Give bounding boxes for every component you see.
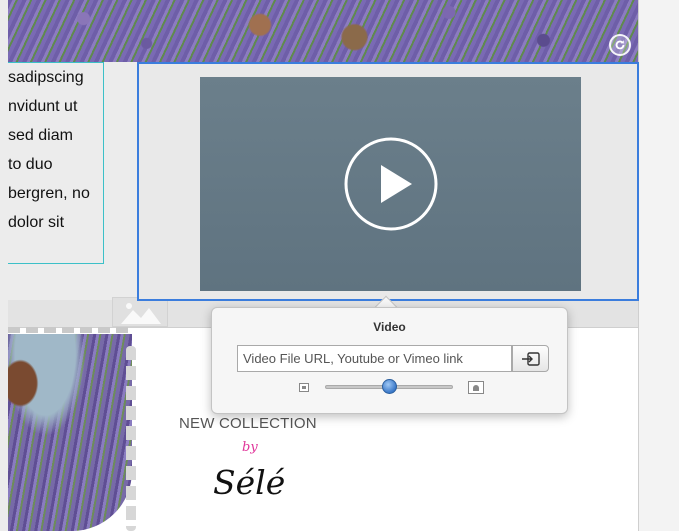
- small-image-icon[interactable]: [299, 383, 309, 392]
- text-line: nvidunt ut: [8, 98, 78, 115]
- lavender-photo[interactable]: [8, 334, 132, 531]
- image-placeholder-icon[interactable]: [112, 297, 168, 327]
- video-placeholder-screen[interactable]: [200, 77, 581, 291]
- new-collection-heading: NEW COLLECTION: [179, 415, 317, 432]
- by-text: by: [242, 440, 258, 455]
- video-url-input[interactable]: [237, 345, 512, 372]
- lavender-banner-image[interactable]: [8, 0, 638, 62]
- text-line: sadipscing: [8, 69, 84, 86]
- text-box[interactable]: sadipscing nvidunt ut sed diam to duo be…: [8, 62, 104, 264]
- dashed-border-rail: [126, 346, 136, 531]
- text-line: bergren, no: [8, 185, 90, 202]
- text-line: sed diam: [8, 127, 73, 144]
- large-image-icon[interactable]: [468, 381, 484, 394]
- size-slider-thumb[interactable]: [381, 379, 397, 394]
- text-line: to duo: [8, 156, 53, 173]
- play-icon[interactable]: [343, 136, 439, 232]
- video-popover: Video: [211, 307, 568, 414]
- text-line: dolor sit: [8, 214, 65, 231]
- brand-name: Sélé: [213, 463, 286, 502]
- video-element-selected[interactable]: [137, 62, 639, 301]
- right-gutter: [638, 0, 679, 531]
- popover-title: Video: [373, 320, 406, 334]
- insert-link-button[interactable]: [512, 345, 549, 372]
- photo-border-top: [8, 327, 132, 333]
- refresh-icon[interactable]: [609, 34, 631, 56]
- insert-link-icon: [521, 351, 540, 366]
